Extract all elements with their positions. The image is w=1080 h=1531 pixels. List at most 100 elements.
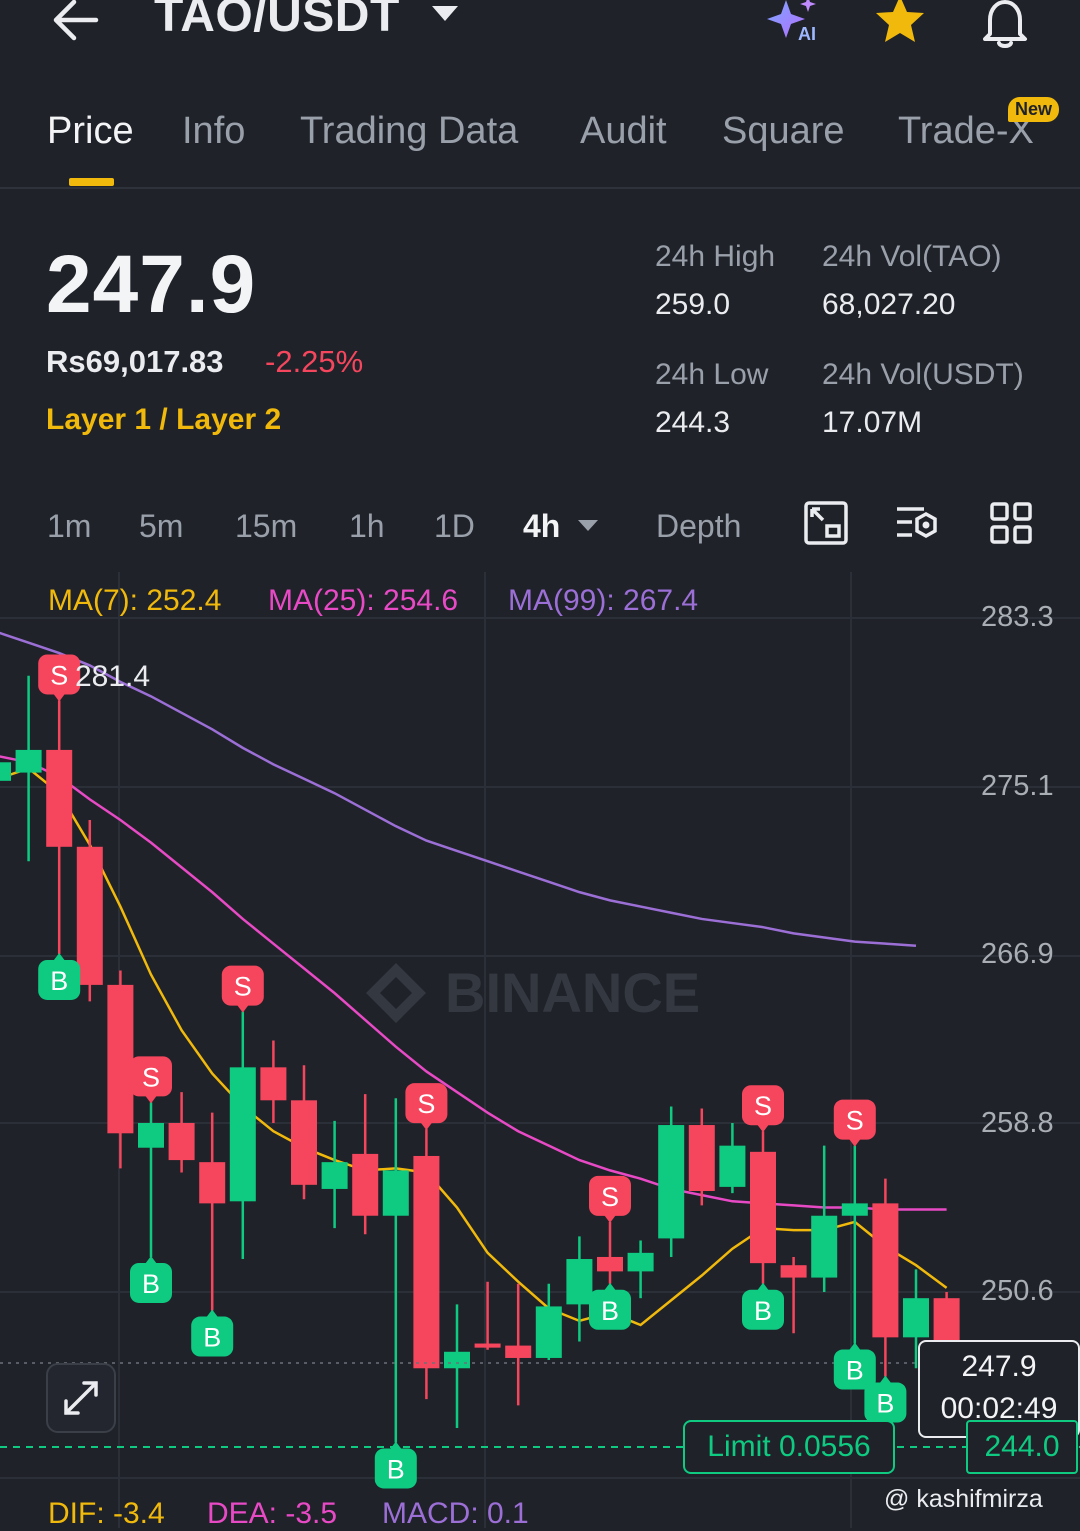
signal-letter: S [142, 1062, 160, 1092]
indicator-settings-icon[interactable] [894, 500, 940, 546]
ma25-label: MA(25): 254.6 [268, 584, 459, 617]
candle-body [811, 1215, 838, 1278]
candle-body [872, 1203, 899, 1338]
signal-letter: B [142, 1269, 160, 1299]
signal-letter: S [50, 660, 68, 690]
candle-body [76, 846, 103, 985]
candle-body [413, 1155, 440, 1369]
signal-pointer [879, 1375, 892, 1384]
dea-label: DEA: -3.5 [207, 1497, 338, 1530]
tab-square[interactable]: Square [722, 110, 845, 153]
active-tab-indicator [69, 178, 114, 186]
candle-body [841, 1203, 868, 1216]
signal-pointer [420, 1122, 433, 1131]
signal-letter: B [876, 1389, 894, 1419]
interval-4h[interactable]: 4h [523, 508, 560, 545]
signal-pointer [53, 693, 66, 702]
ma99-label: MA(99): 267.4 [508, 584, 699, 617]
signal-letter: S [234, 972, 252, 1002]
signal-letter: B [754, 1296, 772, 1326]
sell-signal: S [130, 1056, 172, 1104]
tab-price[interactable]: Price [47, 110, 134, 153]
pair-title[interactable]: TAO/USDT [154, 0, 400, 43]
interval-1m[interactable]: 1m [47, 508, 91, 545]
depth-tab[interactable]: Depth [656, 508, 741, 545]
macd-label: MACD: 0.1 [382, 1497, 529, 1530]
caret-down-icon[interactable] [432, 6, 458, 21]
high-marker-label: 281.4 [75, 660, 150, 693]
candle-body [138, 1122, 164, 1148]
y-axis-label: 283.3 [981, 601, 1054, 633]
vol-usdt-value: 17.07M [822, 406, 923, 439]
tab-audit[interactable]: Audit [580, 110, 667, 153]
signal-pointer [757, 1282, 769, 1291]
interval-15m[interactable]: 15m [235, 508, 297, 545]
favorite-star-icon[interactable] [872, 0, 928, 46]
candle-body [229, 1067, 256, 1202]
ai-sparkle-icon[interactable]: AI [764, 0, 824, 48]
candle-body [444, 1351, 470, 1369]
candle-body [0, 762, 11, 781]
vol-tao-value: 68,027.20 [822, 288, 956, 321]
candle-body [168, 1122, 195, 1161]
back-arrow-icon[interactable] [48, 0, 104, 48]
candle-body [199, 1162, 226, 1204]
low-label: 24h Low [655, 358, 769, 391]
buy-signal: B [191, 1309, 234, 1357]
buy-signal: B [130, 1255, 172, 1303]
tab-trading-data[interactable]: Trading Data [300, 110, 518, 153]
candle-body [352, 1153, 379, 1216]
layout-grid-icon[interactable] [988, 500, 1034, 546]
ma7-label: MA(7): 252.4 [48, 584, 222, 617]
limit-order-tag[interactable]: Limit 0.0556 [683, 1420, 895, 1474]
candle-body [750, 1151, 776, 1264]
candle-body [291, 1100, 317, 1185]
interval-1d[interactable]: 1D [434, 508, 475, 545]
watermark-text: BINANCE [445, 961, 700, 1024]
y-axis-label: 250.6 [981, 1275, 1054, 1307]
candle-body [107, 984, 134, 1134]
candle-body [566, 1259, 593, 1305]
signal-pointer [145, 1255, 157, 1264]
buy-signal: B [589, 1282, 631, 1330]
expand-chart-button[interactable] [46, 1363, 116, 1433]
fullscreen-chart-icon[interactable] [803, 500, 849, 546]
interval-1h[interactable]: 1h [349, 508, 385, 545]
sell-signal: S [38, 654, 81, 702]
ma7-line [0, 767, 948, 1327]
signal-pointer [145, 1095, 157, 1104]
bell-icon[interactable] [976, 0, 1034, 50]
high-value: 259.0 [655, 288, 731, 321]
vol-usdt-label: 24h Vol(USDT) [822, 358, 1024, 391]
signal-letter: B [846, 1356, 864, 1386]
candle-body [658, 1125, 685, 1239]
y-axis-label: 258.8 [981, 1107, 1054, 1139]
tab-info[interactable]: Info [182, 110, 245, 153]
category-tag[interactable]: Layer 1 / Layer 2 [46, 403, 281, 437]
buy-signal: B [833, 1342, 876, 1390]
vol-tao-label: 24h Vol(TAO) [822, 240, 1002, 273]
signal-pointer [389, 1441, 402, 1450]
signal-letter: B [203, 1323, 221, 1353]
candle-body [505, 1345, 532, 1358]
sell-signal: S [742, 1085, 784, 1133]
candle-body [597, 1256, 623, 1272]
signal-pointer [604, 1214, 616, 1223]
candle-body [780, 1265, 807, 1278]
signal-letter: B [387, 1454, 405, 1484]
signal-letter: S [754, 1091, 772, 1121]
dif-label: DIF: -3.4 [48, 1497, 165, 1530]
interval-caret-icon[interactable] [578, 520, 598, 531]
candle-body [260, 1067, 287, 1101]
candle-body [688, 1125, 715, 1192]
candle-body [474, 1343, 501, 1348]
binance-watermark: BINANCE [366, 961, 700, 1024]
expand-arrows-icon [64, 1381, 98, 1415]
y-axis-label: 275.1 [981, 770, 1054, 802]
interval-5m[interactable]: 5m [139, 508, 183, 545]
signal-letter: S [601, 1182, 619, 1212]
signal-pointer [757, 1124, 769, 1133]
y-axis-label: 266.9 [981, 938, 1054, 970]
signal-letter: B [601, 1296, 619, 1326]
buy-signal: B [38, 952, 81, 1000]
